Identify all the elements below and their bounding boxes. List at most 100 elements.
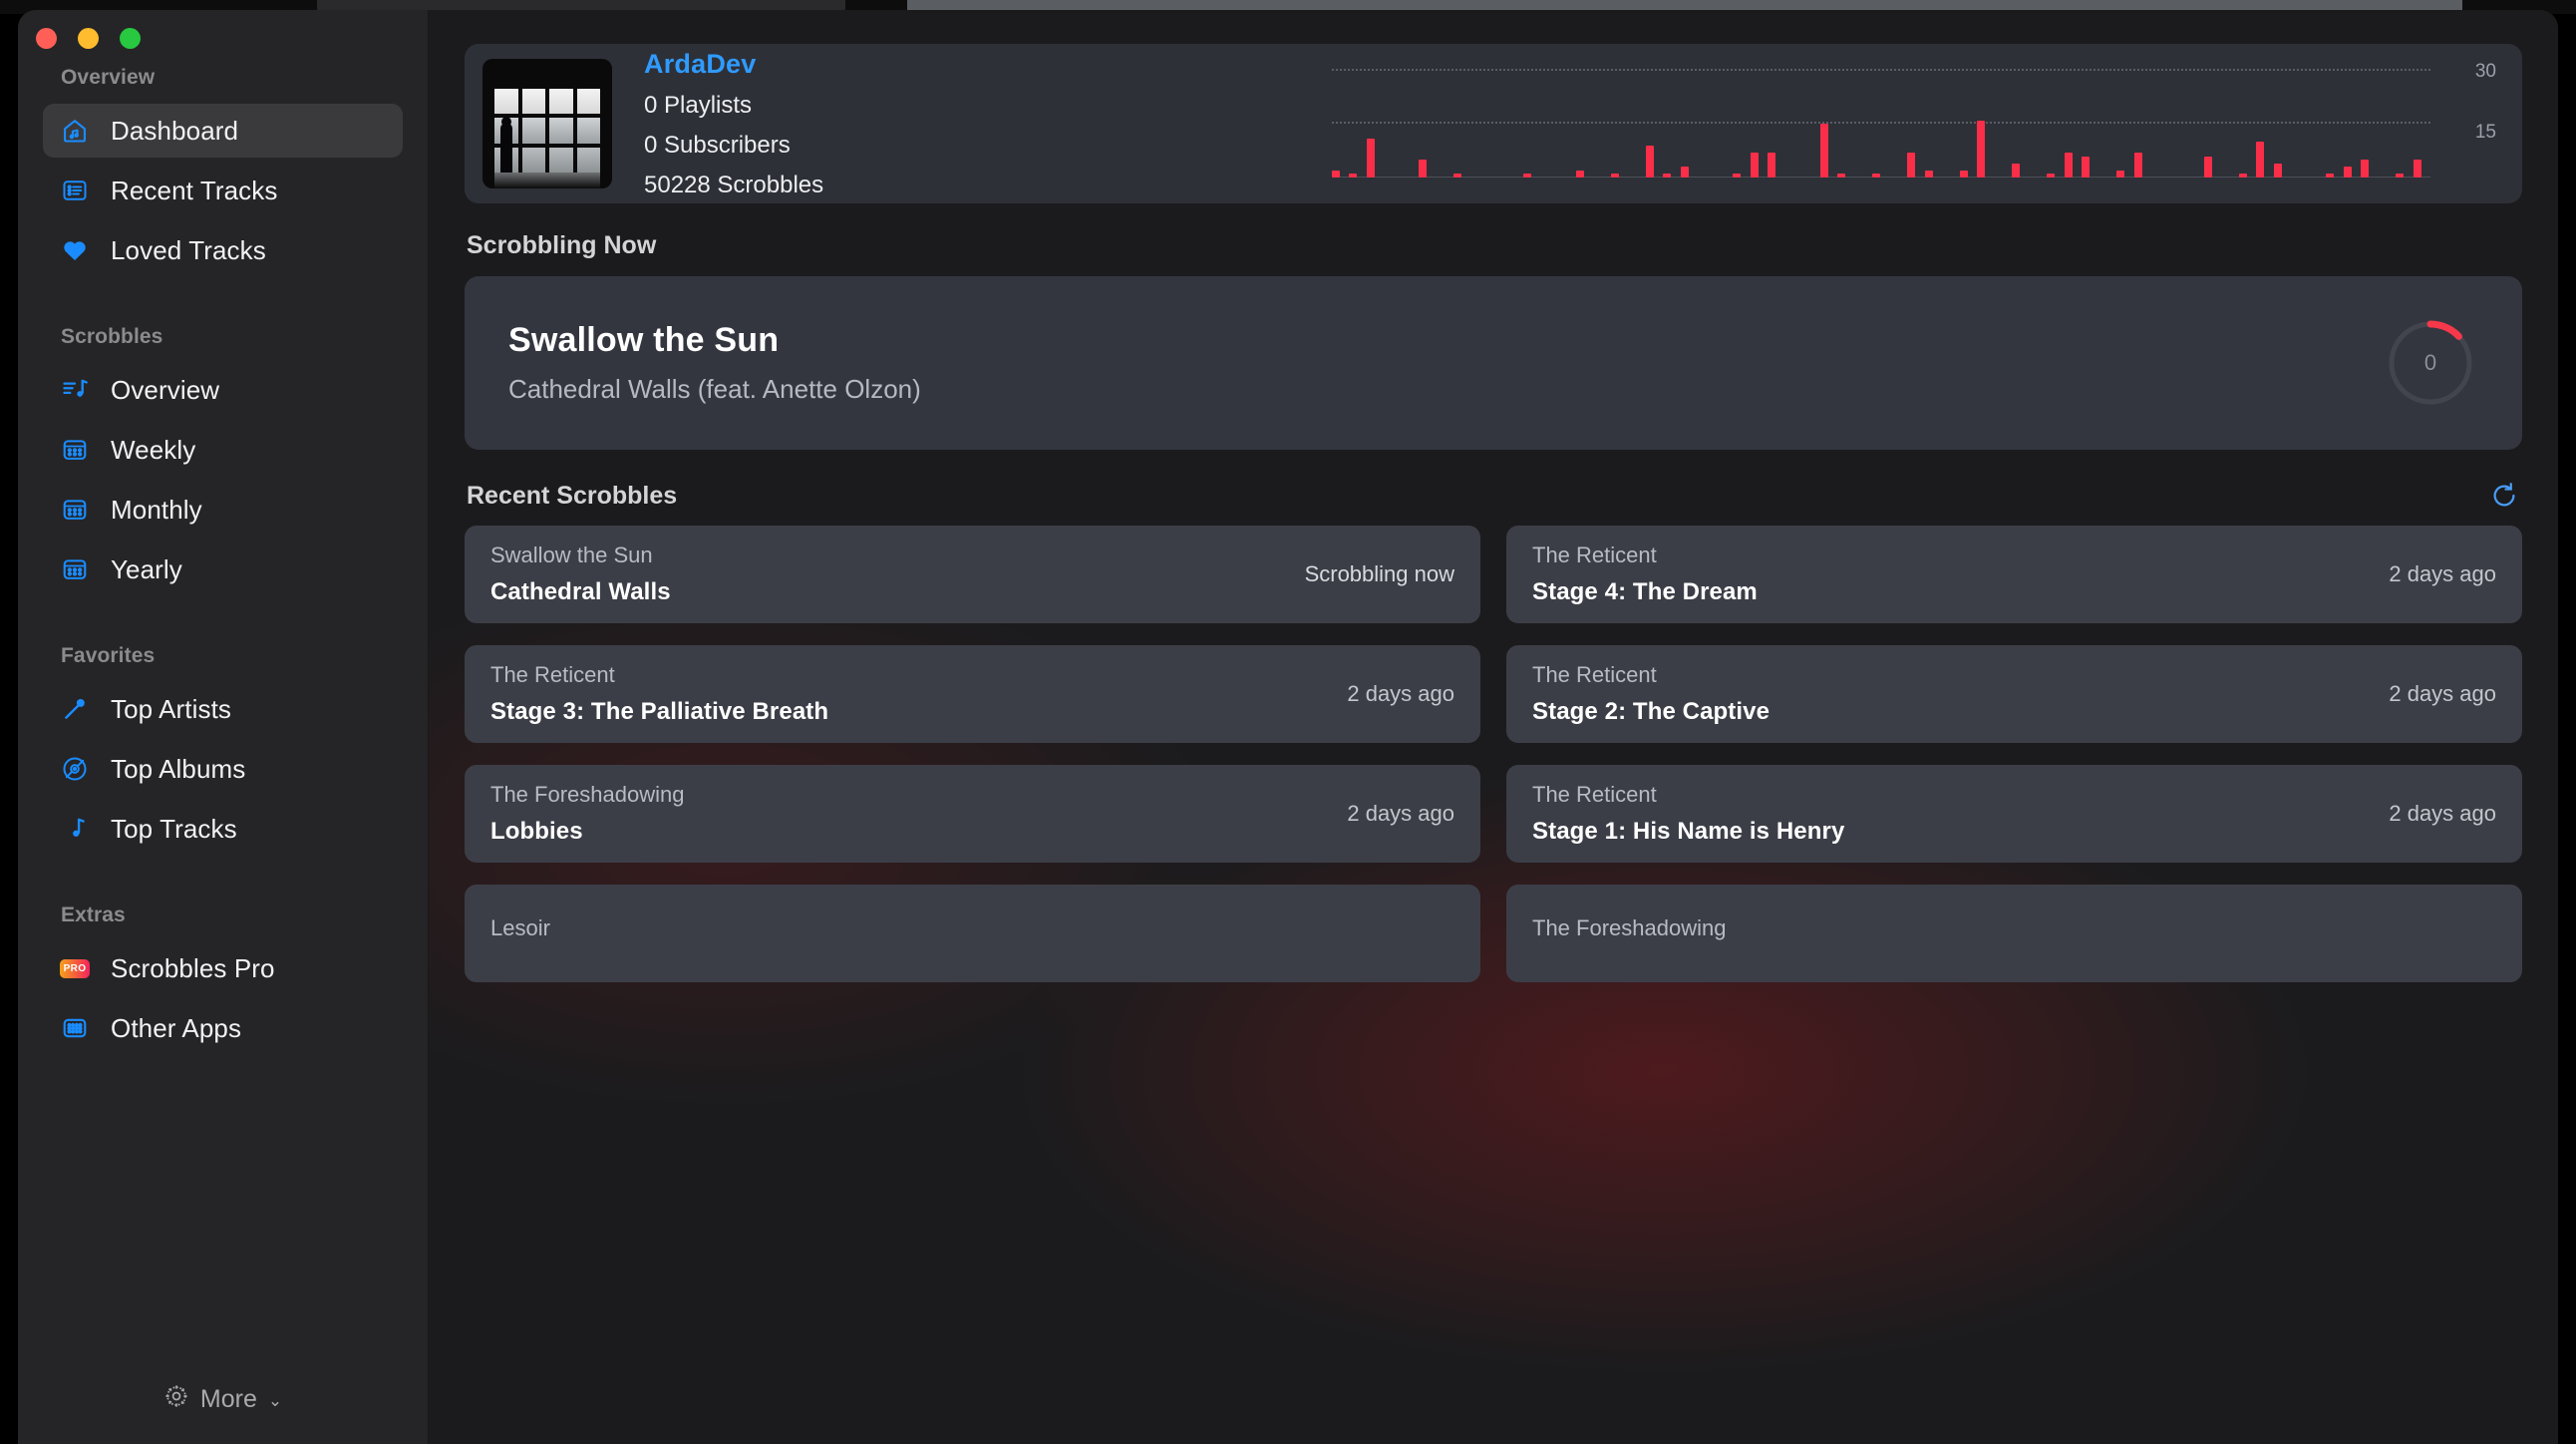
scrobble-track: Stage 2: The Captive (1532, 698, 1770, 726)
scrobble-card-text: The Reticent Stage 2: The Captive (1532, 662, 1770, 726)
chart-bar (1332, 171, 1340, 178)
sidebar-section-gap (18, 283, 428, 325)
profile-stat-scrobbles: 50228 Scrobbles (644, 172, 823, 199)
more-button[interactable]: More ⌄ (18, 1383, 428, 1416)
chart-bar (1453, 174, 1461, 178)
scrobble-time: 2 days ago (2389, 801, 2496, 827)
scrobble-card[interactable]: Swallow the SunCathedral WallsScrobbling… (465, 526, 1480, 623)
chart-bar (2274, 164, 2282, 178)
sidebar-item-top-albums[interactable]: Top Albums (43, 742, 403, 796)
scrobble-artist: The Reticent (1532, 662, 1770, 688)
chart-bar (2239, 174, 2247, 178)
sidebar-item-top-tracks[interactable]: Top Tracks (43, 802, 403, 856)
main-content: ArdaDev 0 Playlists 0 Subscribers 50228 … (429, 10, 2558, 1444)
sidebar-item-label: Monthly (111, 495, 202, 526)
chart-bar (2012, 164, 2020, 178)
sidebar-item-top-artists[interactable]: Top Artists (43, 682, 403, 736)
scrobble-artist: The Reticent (490, 662, 828, 688)
profile-meta: ArdaDev 0 Playlists 0 Subscribers 50228 … (644, 49, 823, 199)
chart-bar (2134, 153, 2142, 178)
sidebar-item-label: Overview (111, 375, 219, 406)
sidebar-item-dashboard[interactable]: Dashboard (43, 104, 403, 158)
recent-scrobbles-heading: Recent Scrobbles (467, 482, 677, 511)
minimize-button[interactable] (78, 28, 99, 49)
close-button[interactable] (36, 28, 57, 49)
chart-bar (2414, 160, 2421, 178)
sidebar-item-label: Yearly (111, 554, 182, 585)
scrobble-track: Lobbies (490, 818, 684, 846)
scrobble-card[interactable]: The ForeshadowingLobbies2 days ago (465, 765, 1480, 863)
calendar-icon (60, 495, 90, 525)
chart-bar (2116, 171, 2124, 178)
scrobble-card[interactable]: Lesoir (465, 885, 1480, 982)
app-window: Overview Dashboard Recent Tracks Loved T… (18, 10, 2558, 1444)
chart-y-tick: 15 (2475, 122, 2496, 144)
chart-bar (1820, 124, 1828, 178)
sidebar-item-overview[interactable]: Overview (43, 363, 403, 417)
more-button-label: More (200, 1385, 257, 1414)
scrobble-artist: The Reticent (1532, 542, 1758, 568)
scrobble-track: Stage 3: The Palliative Breath (490, 698, 828, 726)
chart-bar (1663, 174, 1671, 178)
chart-bar (2204, 157, 2212, 178)
profile-stat-subscribers: 0 Subscribers (644, 132, 823, 160)
sidebar-item-yearly[interactable]: Yearly (43, 542, 403, 596)
scrobble-card[interactable]: The ReticentStage 1: His Name is Henry2 … (1506, 765, 2522, 863)
scrobble-card[interactable]: The ReticentStage 2: The Captive2 days a… (1506, 645, 2522, 743)
scrobbles-sparkline-chart: 1530 (1332, 60, 2502, 193)
scrobble-card-text: The Foreshadowing Lobbies (490, 782, 684, 846)
sidebar: Overview Dashboard Recent Tracks Loved T… (18, 10, 429, 1444)
chart-bar (2344, 167, 2352, 178)
chart-bar (1907, 153, 1915, 178)
scrobble-card[interactable]: The Foreshadowing (1506, 885, 2522, 982)
profile-username[interactable]: ArdaDev (644, 49, 823, 80)
pro-badge-icon: PRO (60, 953, 90, 983)
chart-bar (1733, 174, 1741, 178)
refresh-icon[interactable] (2488, 480, 2520, 512)
scrobble-artist: The Foreshadowing (1532, 915, 1726, 941)
sidebar-item-monthly[interactable]: Monthly (43, 483, 403, 537)
calendar-icon (60, 435, 90, 465)
scrobble-time: 2 days ago (1347, 681, 1454, 707)
sidebar-section-gap (18, 602, 428, 644)
scrobble-card[interactable]: The Reticent Stage 3: The Palliative Brea… (465, 645, 1480, 743)
now-playing-progress-ring: 0 (2387, 319, 2474, 407)
now-playing-artist: Swallow the Sun (508, 321, 921, 360)
now-playing-progress-value: 0 (2387, 319, 2474, 407)
sidebar-section-label-favorites: Favorites (18, 644, 428, 668)
chart-bar (1367, 139, 1375, 178)
scrobble-card-text: Lesoir (490, 915, 550, 951)
grid-apps-icon (60, 1013, 90, 1043)
zoom-button[interactable] (120, 28, 141, 49)
profile-header-card: ArdaDev 0 Playlists 0 Subscribers 50228 … (465, 44, 2522, 203)
scrobble-track: Stage 4: The Dream (1532, 578, 1758, 606)
sidebar-item-recent-tracks[interactable]: Recent Tracks (43, 164, 403, 217)
calendar-icon (60, 554, 90, 584)
window-controls (36, 28, 141, 49)
sidebar-item-label: Other Apps (111, 1013, 241, 1044)
music-list-icon (60, 375, 90, 405)
recent-scrobbles-header: Recent Scrobbles (467, 480, 2520, 512)
sidebar-item-other-apps[interactable]: Other Apps (43, 1001, 403, 1055)
now-playing-heading: Scrobbling Now (467, 231, 2522, 260)
sidebar-item-scrobbles-pro[interactable]: PRO Scrobbles Pro (43, 941, 403, 995)
sidebar-item-loved-tracks[interactable]: Loved Tracks (43, 223, 403, 277)
chart-bar (1960, 171, 1968, 178)
sidebar-section-label-scrobbles: Scrobbles (18, 325, 428, 349)
scrobble-card-text: Swallow the SunCathedral Walls (490, 542, 671, 606)
scrobble-artist: The Foreshadowing (490, 782, 684, 808)
sidebar-item-label: Top Tracks (111, 814, 237, 845)
sidebar-item-label: Scrobbles Pro (111, 953, 275, 984)
sidebar-section-label-extras: Extras (18, 903, 428, 927)
sidebar-item-label: Dashboard (111, 116, 238, 147)
chart-bar (1751, 153, 1759, 178)
scrobble-time: 2 days ago (2389, 561, 2496, 587)
heart-icon (60, 235, 90, 265)
scrobble-track: Stage 1: His Name is Henry (1532, 818, 1844, 846)
sidebar-item-label: Loved Tracks (111, 235, 266, 266)
scrobble-card[interactable]: The Reticent Stage 4: The Dream 2 days ago (1506, 526, 2522, 623)
profile-stat-playlists: 0 Playlists (644, 92, 823, 120)
sidebar-item-weekly[interactable]: Weekly (43, 423, 403, 477)
chevron-down-icon: ⌄ (268, 1391, 282, 1411)
chart-gridline (1332, 122, 2430, 124)
